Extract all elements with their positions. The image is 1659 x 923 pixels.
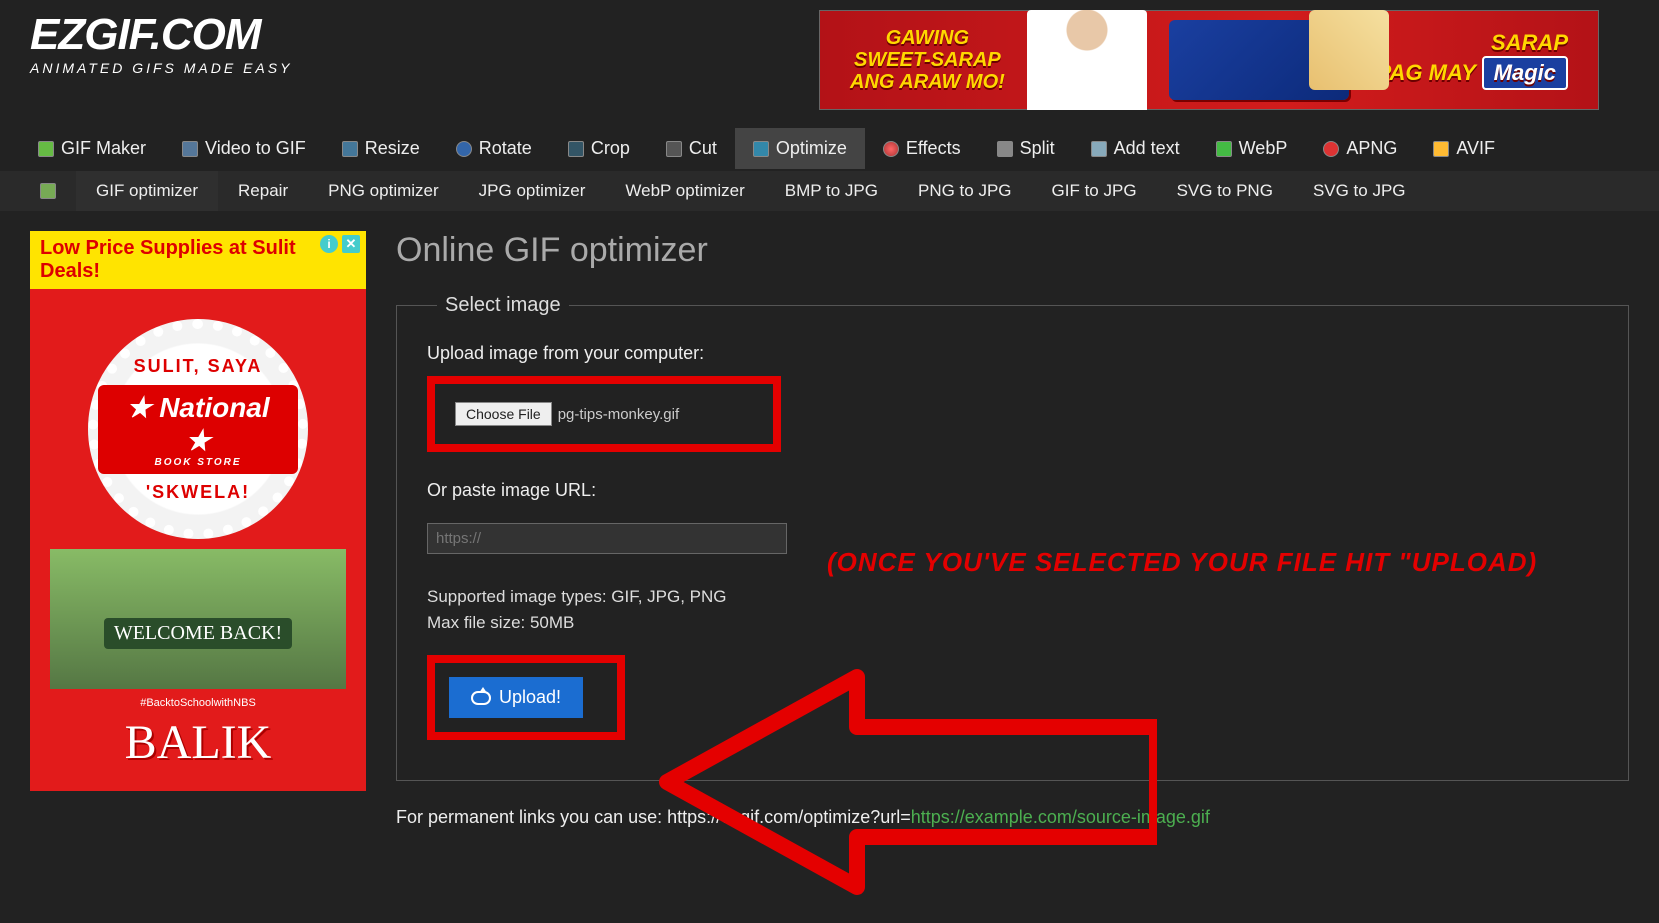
logo-title: EZGIF.COM — [30, 10, 292, 60]
subnav-repair[interactable]: Repair — [218, 171, 308, 211]
subnav-png-to-jpg[interactable]: PNG to JPG — [898, 171, 1032, 211]
nav-cut[interactable]: Cut — [648, 128, 735, 169]
file-input-row: Choose File pg-tips-monkey.gif — [441, 390, 693, 438]
permalink-prefix: For permanent links you can use: https:/… — [396, 807, 911, 827]
split-icon — [997, 141, 1013, 157]
permalink-hint: For permanent links you can use: https:/… — [396, 807, 1629, 828]
upload-button[interactable]: Upload! — [449, 677, 583, 718]
nav-split[interactable]: Split — [979, 128, 1073, 169]
add-text-icon — [1091, 141, 1107, 157]
nav-gif-maker[interactable]: GIF Maker — [20, 128, 164, 169]
upload-button-label: Upload! — [499, 687, 561, 708]
sidebar-ad-headline: Low Price Supplies at Sulit Deals! i ✕ — [30, 231, 366, 289]
nav-avif[interactable]: AVIF — [1415, 128, 1513, 169]
annotation-arrow — [657, 667, 1157, 897]
webp-icon — [1216, 141, 1232, 157]
ad-right-top: SARAP — [1371, 30, 1568, 56]
sidebar-ad[interactable]: Low Price Supplies at Sulit Deals! i ✕ S… — [30, 231, 366, 791]
ad-balik: BALIK — [50, 715, 346, 770]
ad-product-image — [1169, 20, 1349, 100]
image-url-input[interactable] — [427, 523, 787, 554]
seal-bottom: 'SKWELA! — [146, 482, 250, 503]
ad-brand: Magic — [1482, 56, 1568, 90]
gif-maker-icon — [38, 141, 54, 157]
effects-icon — [883, 141, 899, 157]
subnav-bmp-to-jpg[interactable]: BMP to JPG — [765, 171, 898, 211]
resize-icon — [342, 141, 358, 157]
nav-webp[interactable]: WebP — [1198, 128, 1306, 169]
rotate-icon — [456, 141, 472, 157]
avif-icon — [1433, 141, 1449, 157]
top-banner-ad[interactable]: GAWING SWEET-SARAP ANG ARAW MO! NEW SARA… — [819, 10, 1599, 110]
file-highlight-box: Choose File pg-tips-monkey.gif — [427, 376, 781, 452]
nav-resize[interactable]: Resize — [324, 128, 438, 169]
ad-headline: GAWING SWEET-SARAP ANG ARAW MO! — [850, 27, 1005, 93]
primary-nav: GIF Maker Video to GIF Resize Rotate Cro… — [0, 128, 1659, 169]
cloud-upload-icon — [471, 691, 491, 705]
site-logo[interactable]: EZGIF.COM ANIMATED GIFS MADE EASY — [30, 10, 292, 76]
crop-icon — [568, 141, 584, 157]
video-icon — [182, 141, 198, 157]
ad-kids-image: WELCOME BACK! — [50, 549, 346, 689]
page-title: Online GIF optimizer — [396, 231, 1629, 270]
chosen-file-name: pg-tips-monkey.gif — [558, 406, 679, 423]
secondary-nav: GIF optimizer Repair PNG optimizer JPG o… — [0, 171, 1659, 211]
nav-effects[interactable]: Effects — [865, 128, 979, 169]
select-image-fieldset: Select image Upload image from your comp… — [396, 294, 1629, 781]
ad-welcome: WELCOME BACK! — [104, 618, 292, 649]
apng-icon — [1323, 141, 1339, 157]
subnav-svg-to-png[interactable]: SVG to PNG — [1157, 171, 1293, 211]
seal-main: ★ National ★ BOOK STORE — [98, 385, 298, 474]
nav-rotate[interactable]: Rotate — [438, 128, 550, 169]
or-paste-url-label: Or paste image URL: — [427, 480, 1598, 501]
upload-label: Upload image from your computer: — [427, 343, 1598, 364]
annotation-text: (ONCE YOU'VE SELECTED YOUR FILE HIT "UPL… — [827, 547, 1537, 578]
seal-sub: BOOK STORE — [116, 457, 280, 468]
subnav-jpg-optimizer[interactable]: JPG optimizer — [459, 171, 606, 211]
supported-types: Supported image types: GIF, JPG, PNG — [427, 584, 1598, 610]
fieldset-legend: Select image — [437, 294, 569, 317]
ad-hashtag: #BacktoSchoolwithNBS — [50, 697, 346, 709]
ad-info-icon[interactable]: i — [320, 235, 338, 253]
cut-icon — [666, 141, 682, 157]
nav-apng[interactable]: APNG — [1305, 128, 1415, 169]
seal-top: SULIT, SAYA — [134, 356, 263, 377]
ad-close-icon[interactable]: ✕ — [342, 235, 360, 253]
subnav-webp-optimizer[interactable]: WebP optimizer — [605, 171, 764, 211]
nav-crop[interactable]: Crop — [550, 128, 648, 169]
subnav-svg-to-jpg[interactable]: SVG to JPG — [1293, 171, 1426, 211]
tool-icon — [40, 183, 56, 199]
optimize-icon — [753, 141, 769, 157]
logo-tagline: ANIMATED GIFS MADE EASY — [30, 60, 292, 76]
upload-highlight-box: Upload! — [427, 655, 625, 740]
nav-video-to-gif[interactable]: Video to GIF — [164, 128, 324, 169]
nav-optimize[interactable]: Optimize — [735, 128, 865, 169]
choose-file-button[interactable]: Choose File — [455, 402, 552, 426]
ad-person-image — [1027, 10, 1147, 110]
subnav-gif-optimizer[interactable]: GIF optimizer — [76, 171, 218, 211]
subnav-gif-to-jpg[interactable]: GIF to JPG — [1032, 171, 1157, 211]
max-file-size: Max file size: 50MB — [427, 610, 1598, 636]
ad-seal: SULIT, SAYA ★ National ★ BOOK STORE 'SKW… — [88, 319, 308, 539]
permalink-example: https://example.com/source-image.gif — [911, 807, 1210, 827]
subnav-icon[interactable] — [20, 173, 76, 209]
ad-right-text: SARAP 'PAG MAY Magic — [1371, 30, 1568, 90]
nav-add-text[interactable]: Add text — [1073, 128, 1198, 169]
subnav-png-optimizer[interactable]: PNG optimizer — [308, 171, 459, 211]
